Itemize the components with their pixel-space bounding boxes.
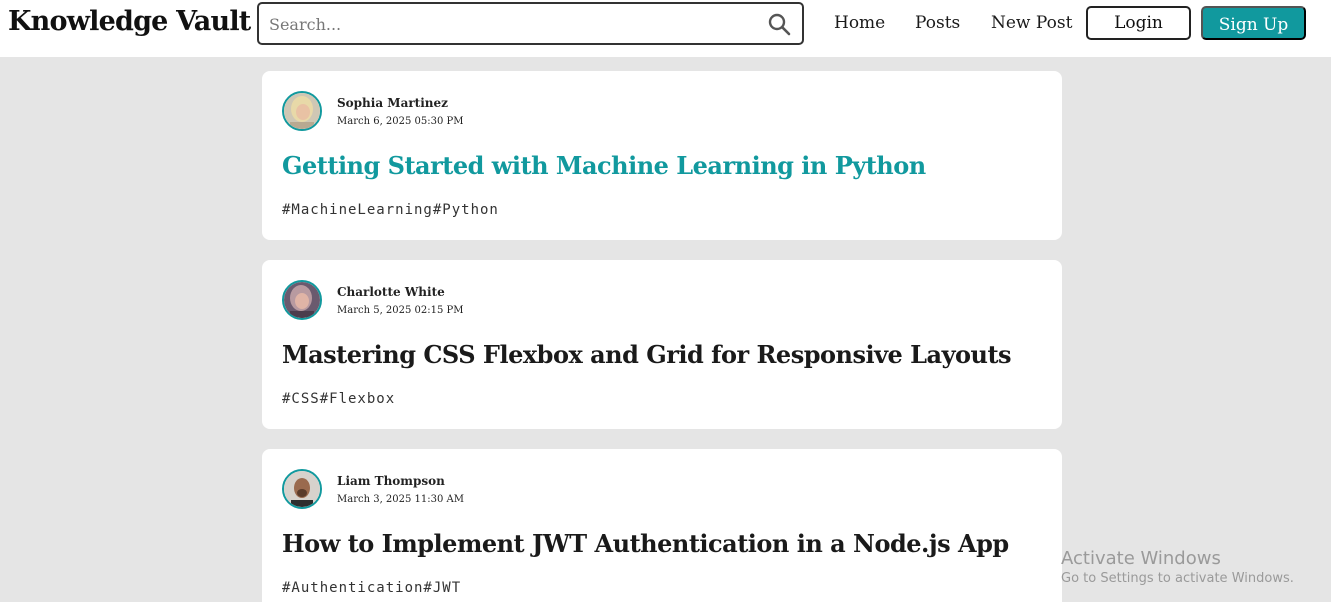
activation-watermark: Activate Windows Go to Settings to activ… xyxy=(1061,548,1294,586)
nav-new-post-link[interactable]: New Post xyxy=(991,13,1072,33)
post-tags[interactable]: #CSS#Flexbox xyxy=(282,391,395,407)
author-name[interactable]: Liam Thompson xyxy=(337,474,445,488)
author-avatar[interactable] xyxy=(282,91,322,131)
watermark-subtitle: Go to Settings to activate Windows. xyxy=(1061,571,1294,586)
post-card[interactable]: Charlotte White March 5, 2025 02:15 PM M… xyxy=(262,260,1062,429)
login-button[interactable]: Login xyxy=(1086,6,1191,40)
avatar-image xyxy=(284,471,320,507)
avatar-image xyxy=(284,93,320,129)
post-title[interactable]: Mastering CSS Flexbox and Grid for Respo… xyxy=(282,340,1012,369)
post-tags[interactable]: #Authentication#JWT xyxy=(282,580,461,596)
post-title[interactable]: How to Implement JWT Authentication in a… xyxy=(282,529,1009,558)
search-bar[interactable] xyxy=(257,2,804,45)
avatar-image xyxy=(284,282,320,318)
post-date: March 5, 2025 02:15 PM xyxy=(337,305,464,316)
author-name[interactable]: Charlotte White xyxy=(337,285,445,299)
nav-home-link[interactable]: Home xyxy=(834,13,885,33)
author-avatar[interactable] xyxy=(282,280,322,320)
navbar: Knowledge Vault Home Posts New Post Logi… xyxy=(0,0,1331,57)
post-card[interactable]: Sophia Martinez March 6, 2025 05:30 PM G… xyxy=(262,71,1062,240)
post-tags[interactable]: #MachineLearning#Python xyxy=(282,202,499,218)
signup-button[interactable]: Sign Up xyxy=(1201,6,1306,40)
author-name[interactable]: Sophia Martinez xyxy=(337,96,448,110)
nav-posts-link[interactable]: Posts xyxy=(915,13,960,33)
brand-logo[interactable]: Knowledge Vault xyxy=(8,6,251,37)
watermark-title: Activate Windows xyxy=(1061,548,1221,569)
author-avatar[interactable] xyxy=(282,469,322,509)
search-input[interactable] xyxy=(269,13,749,35)
search-icon[interactable] xyxy=(767,12,791,36)
post-date: March 6, 2025 05:30 PM xyxy=(337,116,464,127)
post-date: March 3, 2025 11:30 AM xyxy=(337,494,465,505)
post-title[interactable]: Getting Started with Machine Learning in… xyxy=(282,151,926,180)
post-card[interactable]: Liam Thompson March 3, 2025 11:30 AM How… xyxy=(262,449,1062,602)
